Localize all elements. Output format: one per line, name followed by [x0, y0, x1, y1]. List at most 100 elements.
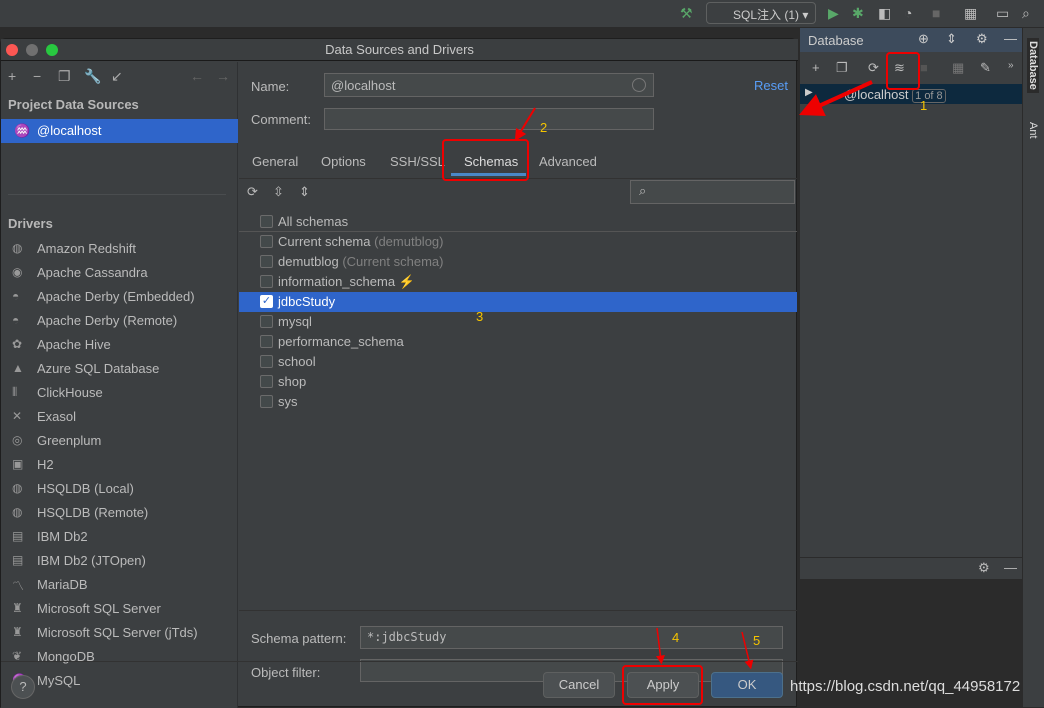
name-input[interactable]: @localhost	[324, 73, 654, 97]
stop-icon[interactable]: ■	[932, 5, 940, 21]
run-icon[interactable]: ▶	[828, 5, 839, 22]
driver-item[interactable]: ✕ Exasol	[1, 405, 238, 429]
schema-row[interactable]: shop	[239, 372, 797, 392]
project-item-localhost[interactable]: ♒ @localhost	[1, 119, 238, 143]
run-config-dropdown[interactable]: SQL注入 (1) ▾	[706, 2, 816, 24]
schema-row[interactable]: performance_schema	[239, 332, 797, 352]
copy-icon[interactable]: ❐	[836, 60, 848, 76]
driver-item[interactable]: ▣ H2	[1, 453, 238, 477]
schema-pattern-input[interactable]: *:jdbcStudy	[360, 626, 783, 649]
schema-hint: ⚡	[398, 274, 415, 289]
cancel-button[interactable]: Cancel	[543, 672, 615, 698]
driver-item[interactable]: ◍ Amazon Redshift	[1, 237, 238, 261]
schema-name: jdbcStudy	[278, 294, 336, 309]
driver-item[interactable]: 〽 MariaDB	[1, 573, 238, 597]
schema-row[interactable]: Current schema (demutblog)	[239, 232, 797, 252]
driver-item[interactable]: ⦀ ClickHouse	[1, 381, 238, 405]
refresh-icon[interactable]: ⟳	[247, 184, 258, 200]
driver-item[interactable]: ❦ MongoDB	[1, 645, 238, 669]
driver-item[interactable]: ♜ Microsoft SQL Server	[1, 597, 238, 621]
import-icon[interactable]: ↙	[111, 68, 123, 85]
wrench-icon[interactable]: 🔧	[84, 68, 101, 85]
schema-checkbox[interactable]	[260, 375, 273, 388]
annotation-number: 4	[672, 630, 680, 645]
schema-checkbox[interactable]: ✓	[260, 295, 273, 308]
add-icon[interactable]: +	[812, 60, 820, 75]
schema-checkbox[interactable]	[260, 255, 273, 268]
schema-checkbox[interactable]	[260, 315, 273, 328]
driver-item[interactable]: ◉ Apache Cassandra	[1, 261, 238, 285]
remove-icon[interactable]: −	[33, 68, 41, 84]
ant-stripe-button[interactable]: Ant	[1027, 122, 1039, 139]
schema-checkbox[interactable]	[260, 335, 273, 348]
schema-name: performance_schema	[278, 334, 404, 349]
schema-row[interactable]: demutblog (Current schema)	[239, 252, 797, 272]
schema-row[interactable]: mysql	[239, 312, 797, 332]
reset-link[interactable]: Reset	[754, 78, 788, 93]
driver-item[interactable]: ▤ IBM Db2	[1, 525, 238, 549]
forward-arrow-icon[interactable]: →	[216, 68, 230, 84]
build-hammer-icon[interactable]: ⚒	[680, 5, 693, 22]
color-picker-icon[interactable]	[632, 78, 646, 92]
edit-icon[interactable]: ✎	[980, 60, 991, 76]
schema-row[interactable]: school	[239, 352, 797, 372]
search-icon[interactable]: ⌕	[1022, 5, 1030, 22]
stop-icon[interactable]: ■	[920, 60, 928, 75]
add-icon[interactable]: +	[8, 68, 16, 84]
gear-icon[interactable]: ⚙	[976, 31, 988, 47]
tab-options[interactable]: Options	[321, 154, 366, 169]
driver-item[interactable]: ♜ Microsoft SQL Server (jTds)	[1, 621, 238, 645]
driver-item[interactable]: ✿ Apache Hive	[1, 333, 238, 357]
debug-icon[interactable]: ✱	[852, 5, 864, 22]
driver-item[interactable]: ◎ Greenplum	[1, 429, 238, 453]
driver-item[interactable]: ▤ IBM Db2 (JTOpen)	[1, 549, 238, 573]
help-button[interactable]: ?	[11, 675, 35, 699]
annotation-number: 5	[753, 633, 761, 648]
expand-all-icon[interactable]: ⇳	[273, 184, 284, 200]
schema-row[interactable]: sys	[239, 392, 797, 412]
minimize-window-button[interactable]	[26, 44, 38, 56]
schema-checkbox[interactable]	[260, 275, 273, 288]
close-window-button[interactable]	[6, 44, 18, 56]
tab-general[interactable]: General	[252, 154, 298, 169]
driver-item[interactable]: ◍ HSQLDB (Remote)	[1, 501, 238, 525]
back-arrow-icon[interactable]: ←	[190, 68, 204, 84]
minimize-icon[interactable]: —	[1004, 560, 1017, 575]
schema-checkbox[interactable]	[260, 215, 273, 228]
zoom-window-button[interactable]	[46, 44, 58, 56]
profile-icon[interactable]: ◔	[904, 5, 912, 21]
schema-checkbox[interactable]	[260, 235, 273, 248]
schema-checkbox[interactable]	[260, 355, 273, 368]
duplicate-icon[interactable]: ❐	[58, 68, 71, 85]
schema-checkbox[interactable]	[260, 395, 273, 408]
terminal-icon[interactable]: ▭	[996, 5, 1009, 22]
database-stripe-button[interactable]: Database	[1027, 38, 1039, 93]
more-icon[interactable]: »	[1008, 60, 1014, 71]
minimize-icon[interactable]: —	[1004, 31, 1017, 46]
tab-advanced[interactable]: Advanced	[539, 154, 597, 169]
driver-item[interactable]: ▲ Azure SQL Database	[1, 357, 238, 381]
tab-ssh-ssl[interactable]: SSH/SSL	[390, 154, 445, 169]
table-icon[interactable]: ▦	[952, 60, 964, 76]
project-structure-icon[interactable]: ▦	[964, 5, 977, 22]
gear-icon[interactable]: ⚙	[978, 560, 990, 576]
comment-input[interactable]	[324, 108, 654, 130]
driver-icon: ◍	[12, 505, 23, 519]
schema-row[interactable]: All schemas	[239, 212, 797, 232]
crosshair-icon[interactable]: ⊕	[918, 31, 929, 47]
refresh-icon[interactable]: ⟳	[868, 60, 879, 76]
schema-row[interactable]: information_schema ⚡	[239, 272, 797, 292]
ok-button[interactable]: OK	[711, 672, 783, 698]
collapse-icon[interactable]: ⇕	[946, 31, 957, 47]
coverage-icon[interactable]: ◧	[878, 5, 891, 22]
schema-row[interactable]: ✓ jdbcStudy	[239, 292, 797, 312]
driver-label: IBM Db2	[37, 529, 88, 544]
schema-search-input[interactable]: ⌕	[630, 180, 795, 204]
driver-item[interactable]: ◍ HSQLDB (Local)	[1, 477, 238, 501]
driver-icon: ◓	[12, 313, 20, 327]
driver-item[interactable]: ◓ Apache Derby (Remote)	[1, 309, 238, 333]
expand-arrow-icon[interactable]: ▶	[805, 87, 813, 98]
driver-item[interactable]: ♒MySQL	[1, 669, 238, 693]
driver-item[interactable]: ◓ Apache Derby (Embedded)	[1, 285, 238, 309]
collapse-all-icon[interactable]: ⇕	[299, 184, 310, 200]
